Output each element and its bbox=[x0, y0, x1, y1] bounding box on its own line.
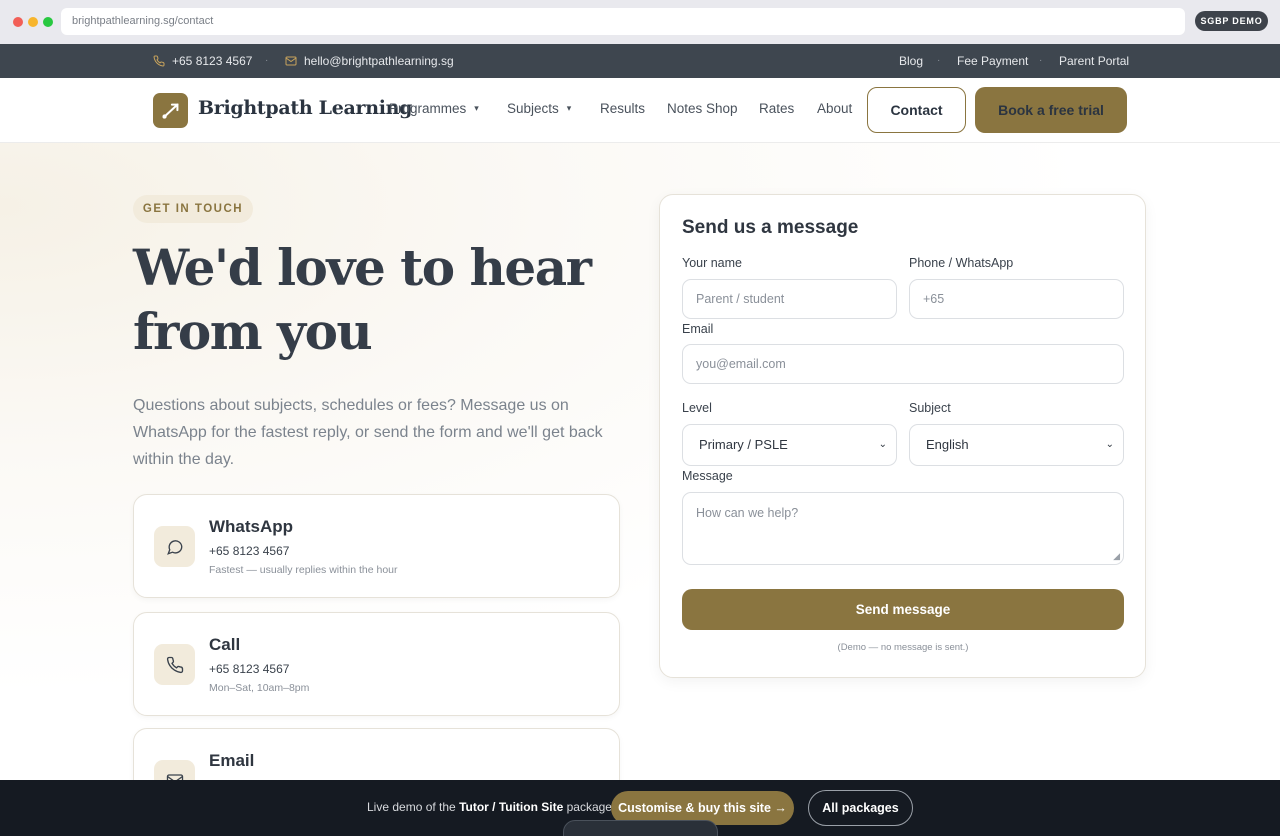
resize-grip-icon[interactable]: ◢ bbox=[1113, 551, 1120, 562]
subject-select-value: English bbox=[926, 437, 969, 452]
phone-icon bbox=[153, 55, 165, 67]
all-packages-button[interactable]: All packages bbox=[808, 790, 913, 826]
top-info-bar: +65 8123 4567 · hello@brightpathlearning… bbox=[0, 44, 1280, 78]
nav-label: Rates bbox=[759, 101, 795, 116]
contact-card-call[interactable]: Call +65 8123 4567 Mon–Sat, 10am–8pm bbox=[133, 612, 620, 716]
icon-tile bbox=[154, 526, 195, 567]
demo-package-name: Tutor / Tuition Site bbox=[459, 800, 564, 814]
subject-label: Subject bbox=[909, 401, 951, 415]
topbar-link-parent-portal[interactable]: Parent Portal bbox=[1059, 44, 1129, 78]
demo-text-prefix: Live demo of the bbox=[367, 800, 460, 814]
contact-card-title: Call bbox=[209, 635, 241, 654]
contact-card-note: Fastest — usually replies within the hou… bbox=[209, 564, 398, 576]
window-close-button[interactable] bbox=[13, 17, 23, 27]
floating-toolbar[interactable] bbox=[563, 820, 718, 836]
address-bar[interactable]: brightpathlearning.sg/contact bbox=[61, 8, 1185, 35]
topbar-phone[interactable]: +65 8123 4567 bbox=[153, 44, 252, 78]
nav-notes-shop[interactable]: Notes Shop bbox=[667, 101, 738, 116]
book-trial-button[interactable]: Book a free trial bbox=[975, 87, 1127, 133]
topbar-link-fee-payment[interactable]: Fee Payment bbox=[957, 44, 1028, 78]
level-select-value: Primary / PSLE bbox=[699, 437, 788, 452]
contact-card-title: Email bbox=[209, 751, 255, 770]
nav-label: About bbox=[817, 101, 853, 116]
contact-card-whatsapp[interactable]: WhatsApp +65 8123 4567 Fastest — usually… bbox=[133, 494, 620, 598]
demo-text-suffix: package. bbox=[563, 800, 616, 814]
chevron-down-icon: ▾ bbox=[566, 103, 572, 113]
contact-card-title: WhatsApp bbox=[209, 517, 294, 536]
contact-card-note: Mon–Sat, 10am–8pm bbox=[209, 682, 310, 694]
form-demo-note: (Demo — no message is sent.) bbox=[837, 642, 969, 653]
email-label: Email bbox=[682, 322, 714, 336]
message-textarea[interactable]: How can we help? ◢ bbox=[682, 492, 1124, 565]
nav-label: Notes Shop bbox=[667, 101, 738, 116]
nav-label: Results bbox=[600, 101, 646, 116]
main-navbar: Brightpath Learning Programmes ▾ Subjects… bbox=[0, 78, 1280, 143]
brand-name[interactable]: Brightpath Learning bbox=[198, 97, 412, 119]
nav-results[interactable]: Results bbox=[600, 101, 645, 116]
phone-label: Phone / WhatsApp bbox=[909, 256, 1014, 270]
phone-input[interactable]: +65 bbox=[909, 279, 1124, 319]
logo-arrow-icon bbox=[161, 103, 178, 119]
level-select[interactable]: Primary / PSLE ⌄ bbox=[682, 424, 897, 466]
icon-tile bbox=[154, 644, 195, 685]
demo-text: Live demo of the Tutor / Tuition Site pa… bbox=[367, 800, 615, 814]
logo-mark[interactable] bbox=[153, 93, 188, 128]
separator: · bbox=[1039, 55, 1043, 66]
chat-bubble-icon bbox=[166, 539, 182, 555]
name-label: Your name bbox=[682, 256, 742, 270]
mail-icon bbox=[285, 56, 297, 66]
phone-icon bbox=[166, 656, 183, 673]
browser-toolbar: brightpathlearning.sg/contact SGBP DEMO bbox=[0, 0, 1280, 44]
nav-rates[interactable]: Rates bbox=[759, 101, 794, 116]
nav-label: Subjects bbox=[507, 101, 559, 116]
topbar-phone-label: +65 8123 4567 bbox=[172, 54, 253, 68]
topbar-link-label: Blog bbox=[899, 54, 924, 68]
window-maximize-button[interactable] bbox=[43, 17, 53, 27]
topbar-email-label: hello@brightpathlearning.sg bbox=[304, 54, 454, 68]
demo-badge: SGBP DEMO bbox=[1195, 11, 1268, 31]
email-input[interactable]: you@email.com bbox=[682, 344, 1124, 384]
level-label: Level bbox=[682, 401, 712, 415]
contact-button[interactable]: Contact bbox=[867, 87, 966, 133]
contact-card-value: +65 8123 4567 bbox=[209, 544, 290, 558]
chevron-down-icon: ▾ bbox=[474, 103, 479, 113]
page-title: We'd love to hear from you bbox=[133, 238, 592, 361]
topbar-link-blog[interactable]: Blog bbox=[899, 44, 923, 78]
send-message-button[interactable]: Send message bbox=[682, 589, 1124, 630]
nav-subjects[interactable]: Subjects ▾ bbox=[507, 101, 571, 116]
form-title: Send us a message bbox=[682, 217, 859, 238]
lead-paragraph: Questions about subjects, schedules or f… bbox=[133, 397, 603, 468]
topbar-email[interactable]: hello@brightpathlearning.sg bbox=[285, 44, 454, 78]
eyebrow-badge: GET IN TOUCH bbox=[133, 195, 253, 223]
nav-about[interactable]: About bbox=[817, 101, 852, 116]
nav-label: Programmes bbox=[389, 101, 467, 116]
name-input[interactable]: Parent / student bbox=[682, 279, 897, 319]
message-label: Message bbox=[682, 469, 733, 483]
message-placeholder: How can we help? bbox=[696, 506, 799, 520]
topbar-link-label: Fee Payment bbox=[957, 54, 1029, 68]
topbar-link-label: Parent Portal bbox=[1059, 54, 1130, 68]
chevron-down-icon: ⌄ bbox=[878, 439, 887, 450]
nav-programmes[interactable]: Programmes ▾ bbox=[389, 101, 479, 116]
chevron-down-icon: ⌄ bbox=[1105, 439, 1114, 450]
subject-select[interactable]: English ⌄ bbox=[909, 424, 1124, 466]
separator: · bbox=[265, 55, 269, 66]
separator: · bbox=[937, 55, 941, 66]
window-minimize-button[interactable] bbox=[28, 17, 38, 27]
contact-card-value: +65 8123 4567 bbox=[209, 662, 290, 676]
